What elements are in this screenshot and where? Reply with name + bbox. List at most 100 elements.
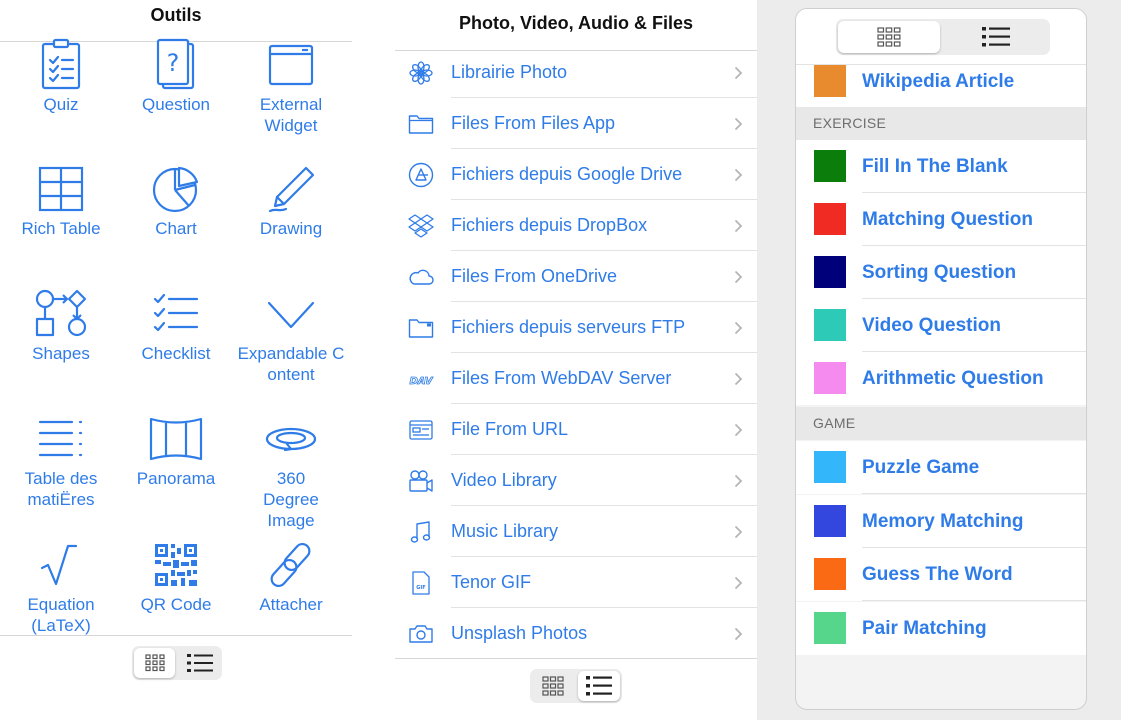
- tool-drawing[interactable]: Drawing: [234, 164, 348, 239]
- view-toggle: [530, 669, 622, 703]
- grid-icon: [144, 654, 165, 672]
- toc-icon: [38, 420, 83, 457]
- activity-item-arithmetic-question[interactable]: Arithmetic Question: [796, 352, 1086, 405]
- color-swatch: [814, 309, 846, 341]
- chevron-right-icon: [734, 525, 743, 539]
- grid-icon: [877, 27, 901, 47]
- chevron-right-icon: [734, 474, 743, 488]
- list-icon: [586, 676, 612, 696]
- activity-item-wikipedia-article[interactable]: Wikipedia Article: [796, 65, 1086, 107]
- color-swatch: [814, 203, 846, 235]
- svg-text:DAV: DAV: [409, 376, 433, 387]
- tool-question[interactable]: ? Question: [119, 38, 233, 115]
- media-panel-title: Photo, Video, Audio & Files: [395, 0, 757, 51]
- chevron-right-icon: [734, 372, 743, 386]
- media-item-label: Files From WebDAV Server: [451, 368, 672, 388]
- tool-qr-code[interactable]: QR Code: [119, 540, 233, 615]
- chevron-right-icon: [734, 219, 743, 233]
- chevron-right-icon: [734, 627, 743, 641]
- activity-item-pair-matching[interactable]: Pair Matching: [796, 602, 1086, 655]
- tool-label: Quiz: [43, 95, 79, 114]
- activity-item-guess-the-word[interactable]: Guess The Word: [796, 548, 1086, 601]
- media-item-files-app[interactable]: Files From Files App: [395, 98, 757, 149]
- tool-expandable-content[interactable]: Expandable Content: [234, 289, 348, 385]
- tool-label: Drawing: [259, 219, 323, 238]
- chevron-right-icon: [734, 576, 743, 590]
- pencil-icon: [268, 166, 315, 213]
- list-view-button[interactable]: [578, 671, 620, 701]
- grid-view-button[interactable]: [134, 648, 175, 678]
- quiz-icon: [41, 38, 81, 90]
- color-swatch: [814, 612, 846, 644]
- panorama-icon: [149, 417, 203, 461]
- media-item-unsplash[interactable]: Unsplash Photos: [395, 608, 757, 659]
- tool-360-degree-image[interactable]: 360 Degree Image: [234, 414, 348, 531]
- shapes-icon: [35, 289, 87, 337]
- activity-item-matching-question[interactable]: Matching Question: [796, 193, 1086, 246]
- media-item-tenor-gif[interactable]: GIF Tenor GIF: [395, 557, 757, 608]
- chevron-right-icon: [734, 321, 743, 335]
- rotate-360-icon: [265, 427, 317, 452]
- tool-label: Table des matiËres: [24, 469, 98, 509]
- media-item-photo-library[interactable]: Librairie Photo: [395, 47, 757, 98]
- grid-icon: [542, 676, 564, 696]
- media-item-music-library[interactable]: Music Library: [395, 506, 757, 557]
- media-item-webdav[interactable]: DAV Files From WebDAV Server: [395, 353, 757, 404]
- activity-item-label: Memory Matching: [862, 511, 1024, 532]
- tool-chart[interactable]: Chart: [119, 164, 233, 239]
- media-item-label: Fichiers depuis DropBox: [451, 215, 648, 235]
- media-item-label: Fichiers depuis Google Drive: [451, 164, 683, 184]
- media-item-video-library[interactable]: Video Library: [395, 455, 757, 506]
- tool-label: Shapes: [32, 344, 90, 363]
- activity-item-puzzle-game[interactable]: Puzzle Game: [796, 441, 1086, 494]
- media-item-label: Librairie Photo: [451, 62, 568, 82]
- media-item-google-drive[interactable]: Fichiers depuis Google Drive: [395, 149, 757, 200]
- color-swatch: [814, 505, 846, 537]
- tool-table-des-matieres[interactable]: Table des matiËres: [4, 414, 118, 510]
- tool-checklist[interactable]: Checklist: [119, 289, 233, 364]
- tools-bottom-bar: [0, 635, 352, 720]
- media-item-ftp[interactable]: Fichiers depuis serveurs FTP: [395, 302, 757, 353]
- color-swatch: [814, 362, 846, 394]
- grid-view-button[interactable]: [532, 671, 574, 701]
- camera-icon: [409, 625, 433, 643]
- tool-quiz[interactable]: Quiz: [4, 38, 118, 115]
- list-view-button[interactable]: [944, 21, 1048, 53]
- svg-text:GIF: GIF: [416, 585, 425, 591]
- tool-panorama[interactable]: Panorama: [119, 414, 233, 489]
- activity-item-label: Arithmetic Question: [862, 368, 1044, 389]
- url-icon: [409, 420, 433, 440]
- activity-item-memory-matching[interactable]: Memory Matching: [796, 495, 1086, 548]
- activity-item-label: Pair Matching: [862, 618, 987, 639]
- media-item-label: File From URL: [451, 419, 569, 439]
- grid-view-button[interactable]: [838, 21, 940, 53]
- tool-label: Checklist: [141, 344, 211, 363]
- music-note-icon: [410, 521, 431, 543]
- activity-item-sorting-question[interactable]: Sorting Question: [796, 246, 1086, 299]
- activity-item-video-question[interactable]: Video Question: [796, 299, 1086, 352]
- media-item-onedrive[interactable]: Files From OneDrive: [395, 251, 757, 302]
- chevron-right-icon: [734, 66, 743, 80]
- media-item-url[interactable]: File From URL: [395, 404, 757, 455]
- tool-label: Panorama: [136, 469, 216, 488]
- media-item-dropbox[interactable]: Fichiers depuis DropBox: [395, 200, 757, 251]
- list-view-button[interactable]: [179, 648, 220, 678]
- tool-shapes[interactable]: Shapes: [4, 289, 118, 364]
- activities-popover: Wikipedia Article EXERCISE Fill In The B…: [795, 8, 1087, 710]
- tool-external-widget[interactable]: External Widget: [234, 38, 348, 136]
- tool-label: QR Code: [140, 595, 212, 614]
- tool-label: Equation (LaTeX): [27, 595, 95, 635]
- activity-item-label: Guess The Word: [862, 564, 1013, 585]
- question-icon: ?: [156, 38, 195, 90]
- tool-attacher[interactable]: Attacher: [234, 540, 348, 615]
- photos-icon: [409, 61, 433, 85]
- popover-header: [796, 9, 1086, 65]
- view-toggle: [836, 19, 1050, 55]
- media-item-label: Tenor GIF: [451, 572, 532, 592]
- activity-item-fill-in-the-blank[interactable]: Fill In The Blank: [796, 140, 1086, 193]
- tool-label: Attacher: [259, 595, 323, 614]
- chevron-right-icon: [734, 117, 743, 131]
- tool-equation[interactable]: Equation (LaTeX): [4, 540, 118, 636]
- google-drive-icon: [408, 162, 434, 188]
- tool-rich-table[interactable]: Rich Table: [4, 164, 118, 239]
